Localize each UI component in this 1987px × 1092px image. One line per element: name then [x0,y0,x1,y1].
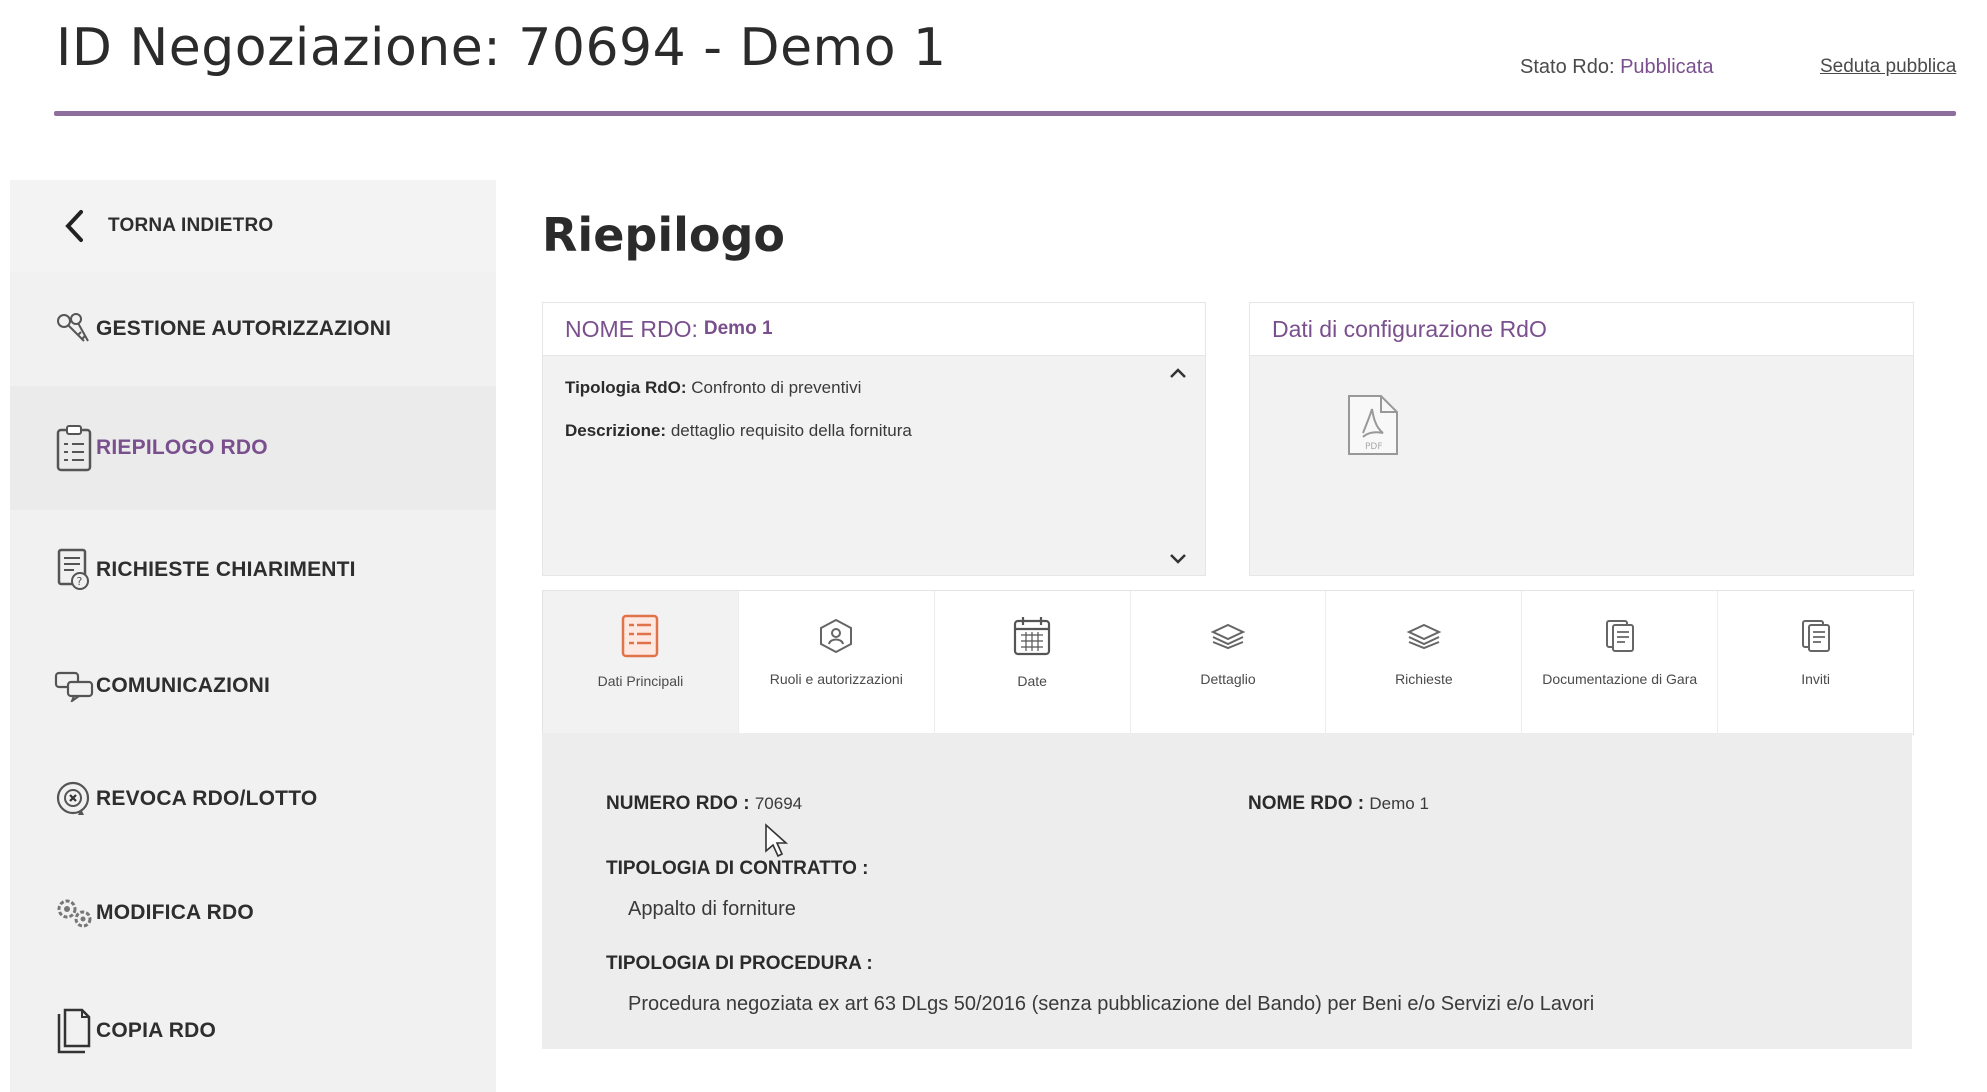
tab-bar: Dati Principali Ruoli e autorizzazioni D… [542,590,1914,735]
config-card-header: Dati di configurazione RdO [1250,303,1913,356]
docs-icon [1801,613,1831,659]
tab-label: Documentazione di Gara [1542,671,1698,687]
tipologia-procedura-value: Procedura negoziata ex art 63 DLgs 50/20… [628,993,1595,1015]
list-icon [621,613,659,659]
stato-rdo: Stato Rdo: Pubblicata [1520,56,1713,79]
tab-label: Richieste [1395,671,1453,687]
copy-icon [54,1008,94,1054]
sidebar-item-label: RIEPILOGO RDO [96,436,268,459]
roles-icon [818,613,854,659]
layers-icon [1406,613,1442,659]
back-label: TORNA INDIETRO [108,215,274,236]
revoke-icon [54,779,94,819]
numero-rdo-field: NUMERO RDO : 70694 [606,793,802,815]
page-title: ID Negoziazione: 70694 - Demo 1 [56,18,947,78]
keys-icon [54,309,94,349]
descrizione-field: Descrizione: dettaglio requisito della f… [565,421,912,441]
sidebar-item-label: GESTIONE AUTORIZZAZIONI [96,317,392,340]
tab-dati-principali[interactable]: Dati Principali [543,591,739,734]
tab-dettaglio[interactable]: Dettaglio [1131,591,1327,734]
nome-rdo-value: Demo 1 [703,318,773,339]
nome-rdo-label: NOME RDO : [1248,793,1365,814]
gears-icon [54,893,94,933]
clipboard-icon [54,425,94,472]
document-question-icon: ? [54,548,94,590]
sidebar-item-label: REVOCA RDO/LOTTO [96,787,318,810]
stato-value: Pubblicata [1620,56,1714,78]
sidebar-item-label: COPIA RDO [96,1019,217,1042]
svg-text:?: ? [77,575,83,588]
scroll-down-icon[interactable] [1169,549,1187,570]
chat-icon [54,666,94,706]
rdo-summary-card: NOME RDO: Demo 1 Tipologia RdO: Confront… [542,302,1206,576]
sidebar-item-label: RICHIESTE CHIARIMENTI [96,558,356,581]
tab-label: Dettaglio [1200,671,1256,687]
sidebar-item-label: MODIFICA RDO [96,901,254,924]
rdo-card-header: NOME RDO: Demo 1 [543,303,1205,356]
sidebar-item-revoca-rdo-lotto[interactable]: REVOCA RDO/LOTTO [10,742,496,857]
tipologia-contratto-label: TIPOLOGIA DI CONTRATTO : [606,858,869,879]
nome-rdo-field: NOME RDO : Demo 1 [1248,793,1429,815]
tab-inviti[interactable]: Inviti [1718,591,1913,734]
descrizione-label: Descrizione: [565,421,667,440]
svg-text:PDF: PDF [1365,442,1383,452]
nome-rdo-label: NOME RDO: [565,315,698,342]
layers-icon [1210,613,1246,659]
stato-label: Stato Rdo: [1520,56,1615,78]
sidebar-item-label: COMUNICAZIONI [96,674,271,697]
tipologia-rdo-field: Tipologia RdO: Confronto di preventivi [565,378,861,398]
tab-label: Dati Principali [597,673,684,689]
chevron-left-icon [54,206,94,246]
tab-ruoli-e-autorizzazioni[interactable]: Ruoli e autorizzazioni [739,591,935,734]
tipologia-label: Tipologia RdO: [565,378,687,397]
sidebar: TORNA INDIETRO GESTIONE AUTORIZZAZIONI R… [10,180,496,1092]
tab-label: Inviti [1801,671,1830,687]
sidebar-item-riepilogo-rdo[interactable]: RIEPILOGO RDO [10,386,496,511]
dati-principali-panel: NUMERO RDO : 70694 NOME RDO : Demo 1 TIP… [542,733,1912,1049]
scroll-up-icon[interactable] [1169,363,1187,384]
sidebar-item-richieste-chiarimenti[interactable]: ? RICHIESTE CHIARIMENTI [10,510,496,631]
back-button[interactable]: TORNA INDIETRO [10,180,496,273]
seduta-pubblica-link[interactable]: Seduta pubblica [1820,56,1956,78]
mouse-cursor-icon [764,823,790,864]
sidebar-item-copia-rdo[interactable]: COPIA RDO [10,970,496,1092]
sidebar-item-comunicazioni[interactable]: COMUNICAZIONI [10,630,496,743]
tipologia-contratto-value: Appalto di forniture [628,898,796,920]
pdf-icon[interactable]: PDF [1345,393,1401,462]
config-card: Dati di configurazione RdO PDF [1249,302,1914,576]
tab-date[interactable]: Date [935,591,1131,734]
nome-rdo-value: Demo 1 [1369,794,1429,813]
sidebar-item-modifica-rdo[interactable]: MODIFICA RDO [10,856,496,971]
sidebar-item-gestione-autorizzazioni[interactable]: GESTIONE AUTORIZZAZIONI [10,272,496,387]
tipologia-procedura-label: TIPOLOGIA DI PROCEDURA : [606,953,873,974]
tipologia-value: Confronto di preventivi [691,378,862,397]
tab-documentazione-di-gara[interactable]: Documentazione di Gara [1522,591,1719,734]
descrizione-value: dettaglio requisito della fornitura [670,421,912,440]
docs-icon [1605,613,1635,659]
tab-label: Ruoli e autorizzazioni [769,671,903,687]
numero-rdo-label: NUMERO RDO : [606,793,750,814]
numero-rdo-value: 70694 [754,794,803,813]
section-title: Riepilogo [542,208,785,262]
calendar-icon [1012,613,1052,659]
tab-label: Date [1017,673,1047,689]
header-divider [54,111,1956,116]
tab-richieste[interactable]: Richieste [1326,591,1523,734]
